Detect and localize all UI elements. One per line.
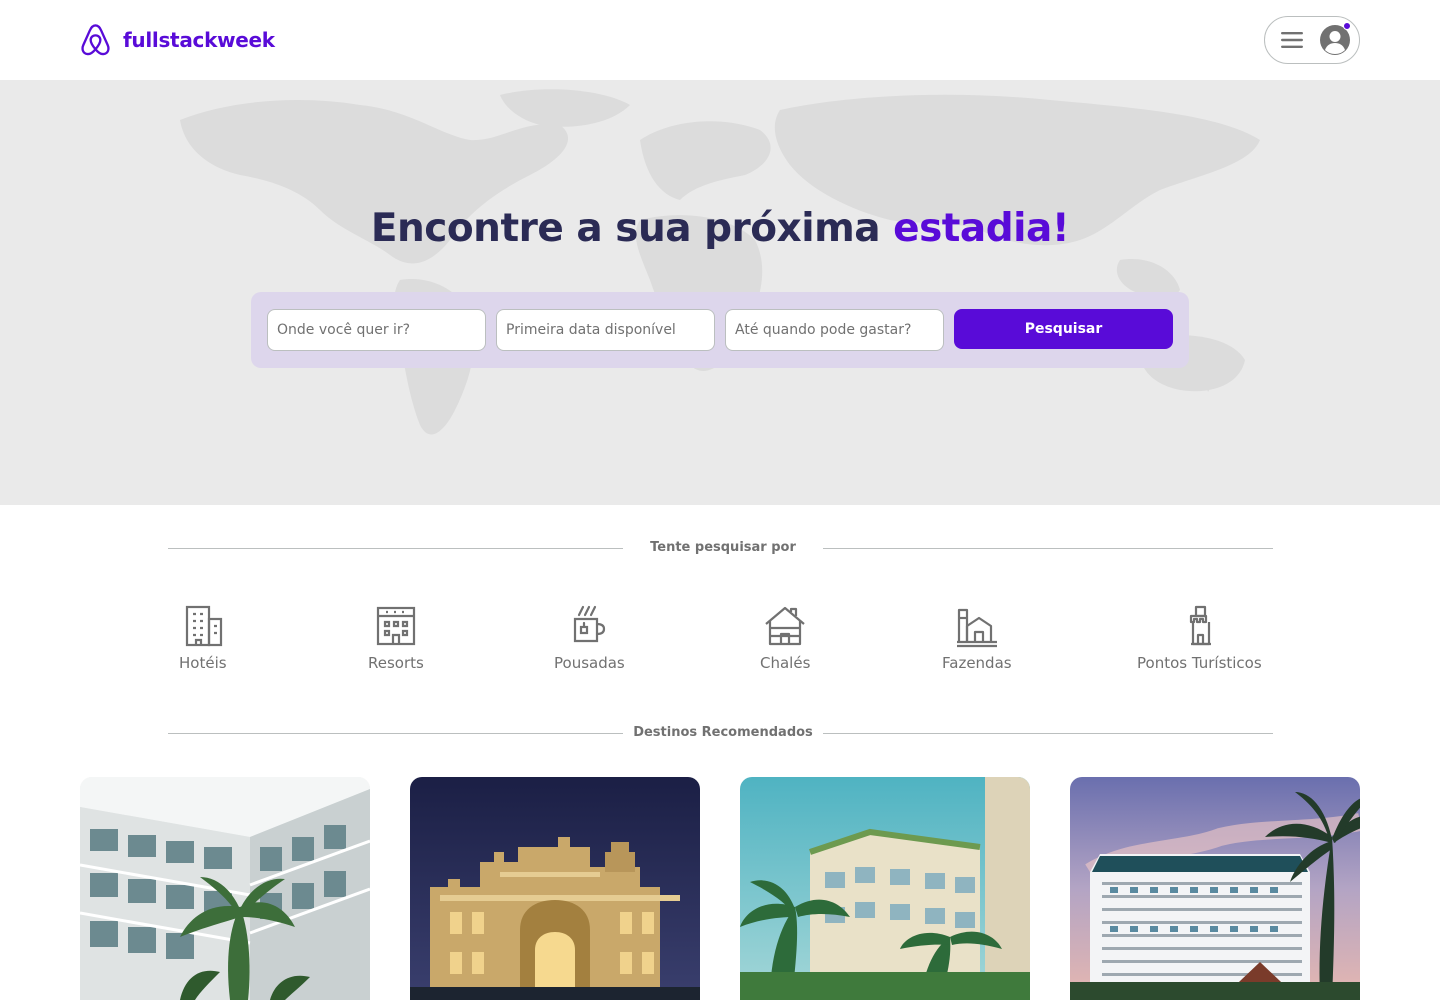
destination-card-3[interactable] <box>740 777 1030 1000</box>
category-label: Resorts <box>368 654 424 672</box>
user-menu-button[interactable] <box>1264 16 1360 64</box>
modern-hotel-courtyard-photo <box>80 777 370 1000</box>
category-landmarks[interactable]: Pontos Turísticos <box>1137 604 1262 672</box>
category-resorts[interactable]: Resorts <box>368 604 424 672</box>
coffee-mug-icon <box>574 605 606 643</box>
brand-logo-icon <box>81 24 110 56</box>
brand-logo-link[interactable]: fullstackweek <box>80 23 275 57</box>
date-input[interactable] <box>496 309 715 351</box>
recommended-divider: Destinos Recomendados <box>168 723 1273 743</box>
divider-line-right <box>823 548 1273 549</box>
resort-building-icon <box>376 606 416 646</box>
quick-search-divider: Tente pesquisar por <box>168 538 1273 558</box>
hamburger-icon <box>1281 32 1303 48</box>
category-label: Chalés <box>760 654 811 672</box>
divider-line-left <box>168 733 623 734</box>
resort-with-palm-trees-photo <box>740 777 1030 1000</box>
hero-title-main: Encontre a sua próxima <box>370 206 894 251</box>
notification-dot <box>1343 22 1351 30</box>
user-avatar <box>1319 22 1351 56</box>
category-inns[interactable]: Pousadas <box>554 604 625 672</box>
category-chalets[interactable]: Chalés <box>760 604 810 672</box>
destination-input[interactable] <box>267 309 486 351</box>
category-label: Pontos Turísticos <box>1137 654 1262 672</box>
destination-card-2[interactable] <box>410 777 700 1000</box>
budget-input[interactable] <box>725 309 944 351</box>
tower-landmark-icon <box>1190 605 1212 646</box>
brand-name: fullstackweek <box>123 28 275 52</box>
illuminated-palace-night-photo <box>410 777 700 1000</box>
destination-card-1[interactable] <box>80 777 370 1000</box>
hero-title-accent: estadia! <box>893 206 1070 251</box>
search-panel: Pesquisar <box>251 292 1189 368</box>
quick-search-heading: Tente pesquisar por <box>650 540 796 555</box>
divider-line-right <box>823 733 1273 734</box>
recommended-heading: Destinos Recomendados <box>633 725 813 740</box>
category-farms[interactable]: Fazendas <box>942 604 1012 672</box>
chalet-house-icon <box>765 606 805 646</box>
top-navbar: fullstackweek <box>0 0 1440 80</box>
farm-icon <box>956 608 997 648</box>
category-label: Fazendas <box>942 654 1012 672</box>
category-label: Pousadas <box>554 654 625 672</box>
category-hotels[interactable]: Hotéis <box>179 604 227 672</box>
hotel-building-icon <box>185 605 222 647</box>
hero-title: Encontre a sua próxima estadia! <box>0 206 1440 251</box>
search-button[interactable]: Pesquisar <box>954 309 1173 349</box>
category-label: Hotéis <box>179 654 227 672</box>
destination-card-4[interactable] <box>1070 777 1360 1000</box>
divider-line-left <box>168 548 623 549</box>
beachfront-tower-sunset-photo <box>1070 777 1360 1000</box>
hero-section: Encontre a sua próxima estadia! Pesquisa… <box>0 80 1440 505</box>
